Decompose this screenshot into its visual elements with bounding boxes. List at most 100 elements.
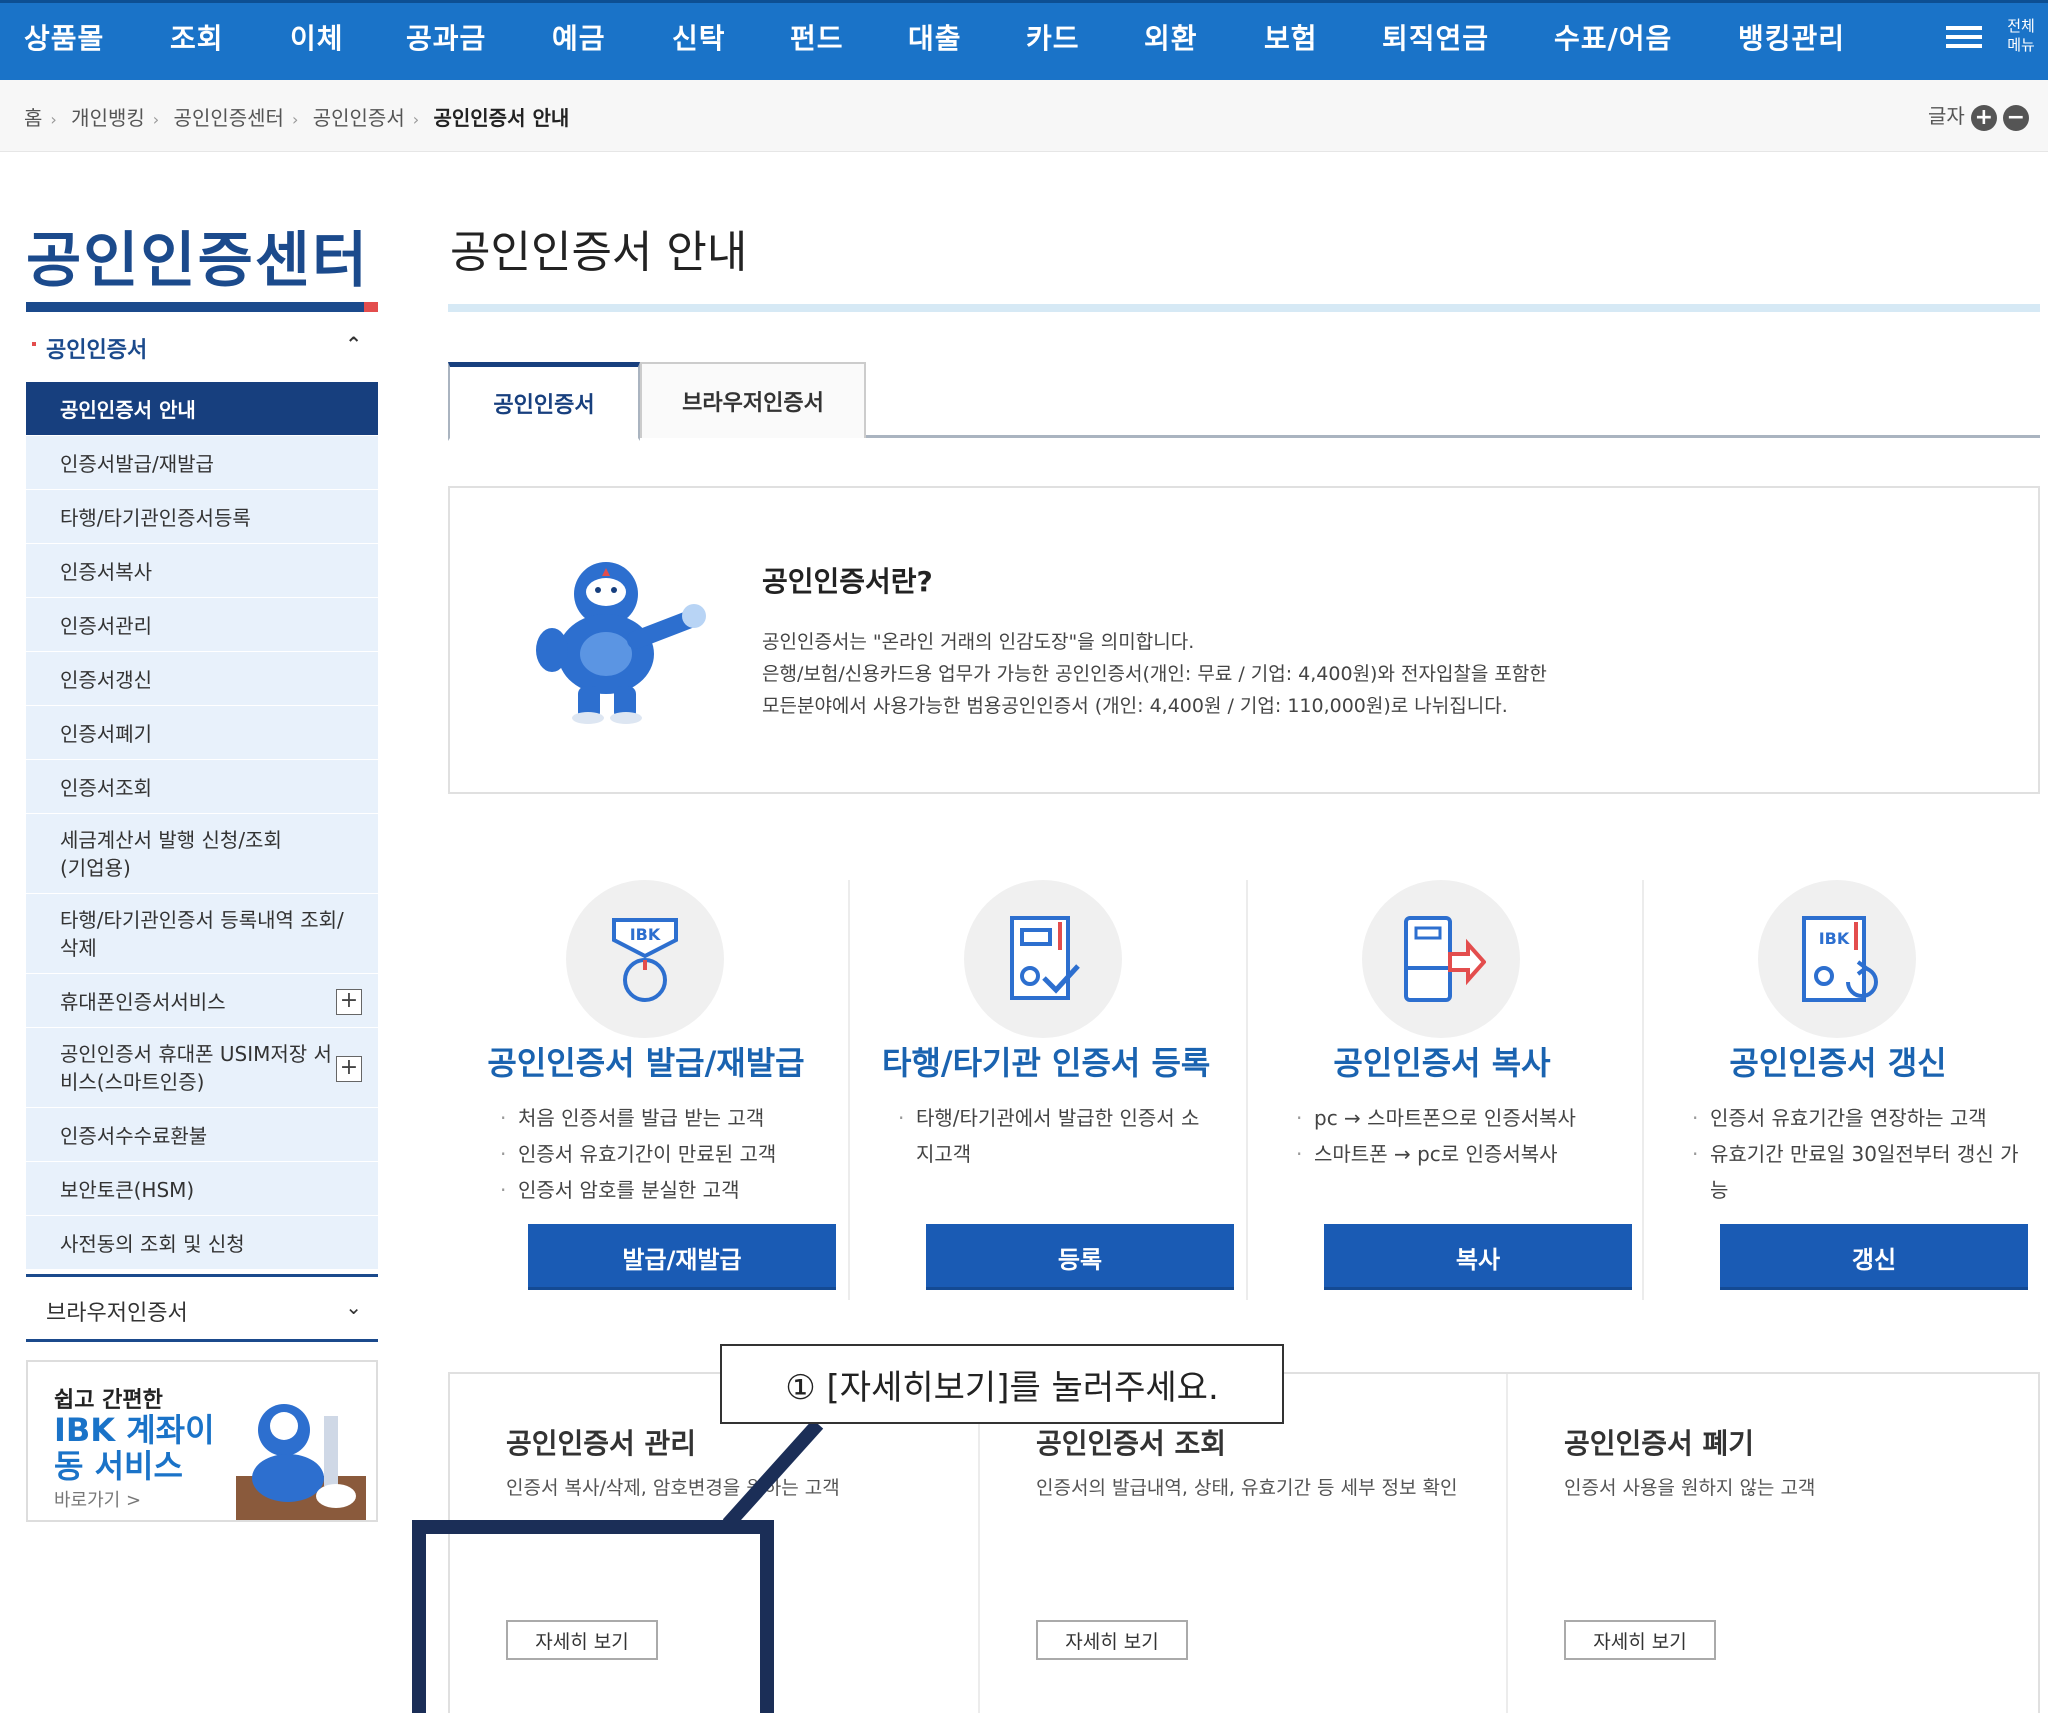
sidebar-item-usim[interactable]: 공인인증서 휴대폰 USIM저장 서비스(스마트인증) + bbox=[26, 1028, 378, 1108]
nav-item-banking-manage[interactable]: 뱅킹관리 bbox=[1738, 17, 1845, 57]
sidebar-item-cert-guide[interactable]: 공인인증서 안내 bbox=[26, 382, 378, 436]
card-title: 공인인증서 복사 bbox=[1333, 1044, 1551, 1082]
sidebar-item-label: 공인인증서 휴대폰 USIM저장 서비스(스마트인증) bbox=[60, 1041, 332, 1094]
banner-headline: IBK 계좌이동 서비스 bbox=[54, 1411, 215, 1485]
inquiry-detail-button[interactable]: 자세히 보기 bbox=[1036, 1620, 1188, 1660]
sidebar-item-hsm[interactable]: 보안토큰(HSM) bbox=[26, 1162, 378, 1216]
all-menu-label[interactable]: 전체 메뉴 bbox=[1998, 17, 2044, 55]
font-size-control: 글자 + − bbox=[1928, 100, 2029, 131]
detail-title: 공인인증서 조회 bbox=[1036, 1427, 1227, 1460]
card-desc-item: 인증서 유효기간을 연장하는 고객 bbox=[1692, 1100, 2032, 1136]
register-button[interactable]: 등록 bbox=[926, 1224, 1234, 1290]
card-register: 타행/타기관 인증서 등록 타행/타기관에서 발급한 인증서 소지고객 등록 bbox=[882, 880, 1278, 1300]
sidebar-item-inquiry[interactable]: 인증서조회 bbox=[26, 760, 378, 814]
page-title: 공인인증서 안내 bbox=[450, 227, 748, 278]
device-copy-icon bbox=[1362, 880, 1520, 1038]
sidebar-item-fee-refund[interactable]: 인증서수수료환불 bbox=[26, 1108, 378, 1162]
intro-body: 공인인증서는 "온라인 거래의 인감도장"을 의미합니다. 은행/보험/신용카드… bbox=[762, 626, 1762, 722]
sidebar-item-copy[interactable]: 인증서복사 bbox=[26, 544, 378, 598]
card-desc-item: 인증서 암호를 분실한 고객 bbox=[500, 1172, 840, 1208]
sidebar-item-register-other[interactable]: 타행/타기관인증서등록 bbox=[26, 490, 378, 544]
sidebar-item-consent[interactable]: 사전동의 조회 및 신청 bbox=[26, 1216, 378, 1270]
card-issue: IBK 공인인증서 발급/재발급 처음 인증서를 발급 받는 고객 인증서 유효… bbox=[484, 880, 880, 1300]
card-desc-item: 유효기간 만료일 30일전부터 갱신 가능 bbox=[1692, 1136, 2022, 1208]
svg-text:IBK: IBK bbox=[630, 925, 661, 944]
svg-text:IBK: IBK bbox=[1819, 929, 1850, 948]
nav-item-trust[interactable]: 신탁 bbox=[672, 17, 726, 57]
detail-title: 공인인증서 관리 bbox=[506, 1427, 697, 1460]
breadcrumb-cert[interactable]: 공인인증서 bbox=[313, 106, 405, 130]
breadcrumb-home[interactable]: 홈 bbox=[24, 106, 42, 130]
nav-item-loan[interactable]: 대출 bbox=[908, 17, 962, 57]
tab-label: 브라우저인증서 bbox=[682, 391, 824, 416]
sidebar-item-label: 인증서수수료환불 bbox=[60, 1124, 208, 1148]
font-increase-icon[interactable]: + bbox=[1970, 104, 1997, 131]
tab-label: 공인인증서 bbox=[493, 392, 595, 418]
copy-button[interactable]: 복사 bbox=[1324, 1224, 1632, 1290]
card-title: 공인인증서 발급/재발급 bbox=[487, 1044, 805, 1082]
sidebar-item-label: 공인인증서 안내 bbox=[60, 398, 196, 422]
nav-item-deposit[interactable]: 예금 bbox=[552, 17, 606, 57]
detail-desc: 인증서 사용을 원하지 않는 고객 bbox=[1564, 1477, 1816, 1499]
font-decrease-icon[interactable]: − bbox=[2002, 104, 2029, 131]
sidebar-item-register-history[interactable]: 타행/타기관인증서 등록내역 조회/삭제 bbox=[26, 894, 378, 974]
hamburger-menu-icon[interactable] bbox=[1946, 21, 1996, 63]
sidebar-item-label: 인증서발급/재발급 bbox=[60, 452, 214, 476]
nav-item-utility[interactable]: 공과금 bbox=[406, 17, 486, 57]
card-divider bbox=[1246, 880, 1248, 1300]
nav-item-pension[interactable]: 퇴직연금 bbox=[1382, 17, 1489, 57]
sidebar-menu: 공인인증서 안내 인증서발급/재발급 타행/타기관인증서등록 인증서복사 인증서… bbox=[26, 382, 378, 1270]
intro-line: 모든분야에서 사용가능한 범용공인인증서 (개인: 4,400원 / 기업: 1… bbox=[762, 695, 1508, 717]
sidebar-section-label: 공인인증서 bbox=[46, 338, 148, 363]
tab-public-cert[interactable]: 공인인증서 bbox=[448, 362, 640, 441]
card-copy: 공인인증서 복사 pc → 스마트폰으로 인증서복사 스마트폰 → pc로 인증… bbox=[1280, 880, 1676, 1300]
intro-line: 은행/보험/신용카드용 업무가 가능한 공인인증서(개인: 무료 / 기업: 4… bbox=[762, 663, 1547, 685]
tab-browser-cert[interactable]: 브라우저인증서 bbox=[640, 362, 866, 438]
top-navigation: 상품몰 조회 이체 공과금 예금 신탁 펀드 대출 카드 외환 보험 퇴직연금 … bbox=[0, 0, 2048, 80]
banner-link[interactable]: 바로가기 > bbox=[54, 1486, 141, 1512]
breadcrumb-personal-banking[interactable]: 개인뱅킹 bbox=[71, 106, 145, 130]
card-desc: pc → 스마트폰으로 인증서복사 스마트폰 → pc로 인증서복사 bbox=[1296, 1100, 1636, 1172]
sidebar-item-phone-cert[interactable]: 휴대폰인증서서비스 + bbox=[26, 974, 378, 1028]
title-divider bbox=[448, 304, 2040, 312]
sidebar-item-renew[interactable]: 인증서갱신 bbox=[26, 652, 378, 706]
nav-item-transfer[interactable]: 이체 bbox=[290, 17, 344, 57]
nav-item-forex[interactable]: 외환 bbox=[1144, 17, 1198, 57]
nav-item-card[interactable]: 카드 bbox=[1026, 17, 1080, 57]
banner-caption: 쉽고 간편한 bbox=[54, 1388, 163, 1413]
renew-button[interactable]: 갱신 bbox=[1720, 1224, 2028, 1290]
breadcrumb: 홈 › 개인뱅킹 › 공인인증센터 › 공인인증서 › 공인인증서 안내 bbox=[24, 102, 569, 131]
highlight-box bbox=[412, 1520, 774, 1713]
card-desc-item: 타행/타기관에서 발급한 인증서 소지고객 bbox=[898, 1100, 1208, 1172]
sidebar-item-revoke[interactable]: 인증서폐기 bbox=[26, 706, 378, 760]
issue-button[interactable]: 발급/재발급 bbox=[528, 1224, 836, 1290]
chevron-down-icon: ⌄ bbox=[345, 1295, 362, 1319]
breadcrumb-cert-center[interactable]: 공인인증센터 bbox=[174, 106, 284, 130]
card-desc-item: 인증서 유효기간이 만료된 고객 bbox=[500, 1136, 840, 1172]
detail-title: 공인인증서 폐기 bbox=[1564, 1427, 1755, 1460]
sidebar-item-manage[interactable]: 인증서관리 bbox=[26, 598, 378, 652]
breadcrumb-current: 공인인증서 안내 bbox=[433, 106, 570, 130]
document-check-icon bbox=[964, 880, 1122, 1038]
nav-item-inquiry[interactable]: 조회 bbox=[170, 17, 224, 57]
account-transfer-banner[interactable]: 쉽고 간편한 IBK 계좌이동 서비스 바로가기 > bbox=[26, 1360, 378, 1522]
card-desc: 인증서 유효기간을 연장하는 고객 유효기간 만료일 30일전부터 갱신 가능 bbox=[1692, 1100, 2032, 1208]
card-divider bbox=[1642, 880, 1644, 1300]
nav-item-fund[interactable]: 펀드 bbox=[790, 17, 844, 57]
card-desc: 타행/타기관에서 발급한 인증서 소지고객 bbox=[898, 1100, 1238, 1172]
expand-plus-icon[interactable]: + bbox=[336, 988, 362, 1015]
revoke-detail-button[interactable]: 자세히 보기 bbox=[1564, 1620, 1716, 1660]
nav-item-insurance[interactable]: 보험 bbox=[1264, 17, 1318, 57]
card-desc-item: pc → 스마트폰으로 인증서복사 bbox=[1296, 1100, 1636, 1136]
mascot-icon bbox=[536, 562, 706, 724]
sidebar-item-tax-invoice[interactable]: 세금계산서 발행 신청/조회(기업용) bbox=[26, 814, 378, 894]
sidebar-item-label: 사전동의 조회 및 신청 bbox=[60, 1232, 245, 1256]
sidebar-section-certificate[interactable]: 공인인증서 ⌃ bbox=[26, 324, 378, 380]
sidebar-section-browser-cert[interactable]: 브라우저인증서 ⌄ bbox=[26, 1274, 378, 1342]
nav-item-check[interactable]: 수표/어음 bbox=[1554, 17, 1672, 57]
nav-item-shop[interactable]: 상품몰 bbox=[24, 17, 104, 57]
sidebar-item-issue[interactable]: 인증서발급/재발급 bbox=[26, 436, 378, 490]
card-renew: IBK 공인인증서 갱신 인증서 유효기간을 연장하는 고객 유효기간 만료일 … bbox=[1676, 880, 2048, 1300]
expand-plus-icon[interactable]: + bbox=[336, 1055, 362, 1082]
card-title: 타행/타기관 인증서 등록 bbox=[882, 1044, 1211, 1082]
